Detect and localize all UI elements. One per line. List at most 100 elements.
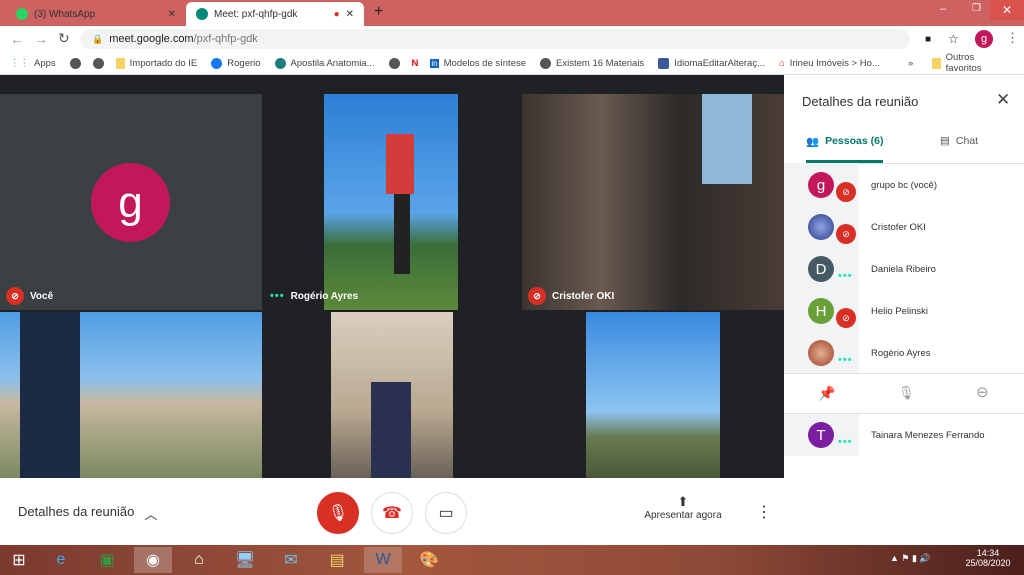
star-icon[interactable]: ☆: [948, 32, 959, 46]
apps-grid-icon: ⋮⋮: [10, 57, 29, 69]
bookmark-label: Importado do IE: [129, 57, 198, 69]
person-legs: [394, 194, 410, 274]
clock[interactable]: 14:34 25/08/2020: [960, 548, 1016, 568]
participant-name: Você: [30, 290, 54, 302]
video-tile-participant[interactable]: [0, 312, 262, 478]
camera-toggle-button[interactable]: ▭: [425, 492, 467, 534]
mail-icon[interactable]: ✉: [272, 547, 310, 573]
reload-icon[interactable]: ↻: [58, 30, 70, 47]
avatar-photo: [808, 214, 834, 240]
start-button[interactable]: ⊞: [0, 547, 38, 573]
participant-row[interactable]: ••• Rogério Ayres: [784, 332, 1024, 374]
forward-icon[interactable]: →: [34, 31, 48, 47]
remove-icon[interactable]: ⊖: [976, 383, 989, 401]
recording-icon: ●: [333, 8, 340, 20]
tab-meet[interactable]: Meet: pxf-qhfp-gdk ● ✕: [186, 2, 364, 26]
tab-chat[interactable]: ▤ Chat: [940, 135, 978, 147]
participant-name: Rogério Ayres: [871, 347, 931, 359]
home-icon[interactable]: ⌂: [180, 547, 218, 573]
globe-icon[interactable]: [388, 57, 400, 69]
person-shape: [371, 382, 411, 478]
close-window-button[interactable]: ✕: [990, 0, 1024, 20]
internet-explorer-icon[interactable]: e: [42, 547, 80, 573]
camera-icon[interactable]: ■: [925, 34, 931, 45]
mic-toggle-button[interactable]: 🎙: [317, 492, 359, 534]
more-bookmarks-button[interactable]: »: [908, 58, 913, 69]
close-tab-icon[interactable]: ✕: [168, 9, 176, 20]
profile-avatar[interactable]: g: [975, 30, 993, 48]
participant-row[interactable]: T ••• Tainara Menezes Ferrando: [784, 414, 1024, 456]
present-label: Apresentar agora: [644, 510, 722, 521]
participant-name: Helio Pelinski: [871, 305, 929, 317]
bookmark-item[interactable]: Existem 16 Materiais: [540, 57, 645, 69]
tab-people[interactable]: 👥 Pessoas (6): [806, 135, 883, 148]
participant-row[interactable]: g ⊘ grupo bc (você): [784, 164, 1024, 206]
person-shape: [20, 312, 80, 478]
back-icon[interactable]: ←: [10, 31, 24, 47]
video-tile-rogerio[interactable]: ••• Rogério Ayres: [262, 94, 522, 310]
tile-label: ⊘ Cristofer OKI: [528, 287, 614, 305]
new-tab-button[interactable]: +: [374, 3, 383, 21]
bookmark-label: Apps: [34, 57, 56, 69]
video-tile-participant[interactable]: [522, 312, 784, 478]
meeting-details-panel: Detalhes da reunião ✕ 👥 Pessoas (6) ▤ Chat…: [784, 75, 1024, 545]
url-field[interactable]: 🔒 meet.google.com/pxf-qhfp-gdk ■ ☆: [80, 29, 959, 49]
paint-icon[interactable]: 🎨: [410, 547, 448, 573]
menu-icon[interactable]: ⋮: [1006, 30, 1019, 46]
other-bookmarks[interactable]: Outros favoritos: [932, 52, 1010, 74]
globe-icon: [540, 57, 552, 69]
bookmark-label: Apostila Anatomia...: [290, 57, 375, 69]
avatar: g: [91, 163, 170, 242]
video-tile-participant[interactable]: [262, 312, 522, 478]
participant-row[interactable]: ⊘ Cristofer OKI: [784, 206, 1024, 248]
bookmark-apps[interactable]: ⋮⋮ Apps: [10, 58, 56, 69]
close-panel-button[interactable]: ✕: [996, 90, 1010, 110]
video-tile-cristofer[interactable]: ⊘ Cristofer OKI: [522, 94, 784, 310]
bookmark-label: Irineu Imóveis > Ho...: [789, 57, 880, 69]
bookmark-item[interactable]: Apostila Anatomia...: [274, 57, 375, 69]
globe-icon[interactable]: [69, 57, 81, 69]
bookmark-item[interactable]: IdiomaEditarAlteraç...: [658, 57, 765, 69]
hang-up-icon: ☎: [382, 505, 402, 522]
folder-icon: [932, 57, 941, 69]
video-feed: [324, 94, 458, 310]
tab-whatsapp[interactable]: (3) WhatsApp ✕: [6, 2, 186, 26]
restore-button[interactable]: ❐: [972, 3, 981, 14]
store-icon[interactable]: ▣: [88, 547, 126, 573]
pin-icon[interactable]: 📌: [818, 385, 835, 402]
computer-icon[interactable]: 🖥: [226, 547, 264, 573]
word-icon[interactable]: W: [364, 547, 402, 573]
bookmark-folder[interactable]: Importado do IE: [115, 57, 198, 69]
bookmark-label: Existem 16 Materiais: [556, 57, 645, 69]
chrome-icon[interactable]: ◉: [134, 547, 172, 573]
file-explorer-icon[interactable]: ▤: [318, 547, 356, 573]
bookmark-item[interactable]: Rogerio: [211, 57, 261, 69]
bookmark-item[interactable]: ⌂ Irineu Imóveis > Ho...: [779, 58, 880, 69]
leave-call-button[interactable]: ☎: [371, 492, 413, 534]
date: 25/08/2020: [965, 558, 1011, 568]
present-now-button[interactable]: ⬆ Apresentar agora: [640, 494, 726, 521]
participant-name: grupo bc (você): [871, 179, 938, 191]
minimize-button[interactable]: –: [940, 3, 946, 15]
tray-icons[interactable]: ▲ ⚑ ▮ 🔊: [890, 553, 931, 564]
globe-icon[interactable]: [92, 57, 104, 69]
window-light: [702, 94, 752, 184]
bookmark-item[interactable]: in Modelos de síntese: [430, 58, 526, 69]
meeting-details-button[interactable]: Detalhes da reunião ︿: [18, 504, 157, 523]
participant-row[interactable]: H ⊘ Helio Pelinski: [784, 290, 1024, 332]
more-options-icon[interactable]: ⋮: [756, 502, 772, 522]
tab-title: Meet: pxf-qhfp-gdk: [214, 8, 298, 20]
bookmarks-bar: ⋮⋮ Apps Importado do IE Rogerio Apostila …: [0, 52, 1024, 75]
tab-strip: (3) WhatsApp ✕ Meet: pxf-qhfp-gdk ● ✕ + …: [0, 0, 1024, 26]
participant-row[interactable]: D ••• Daniela Ribeiro: [784, 248, 1024, 290]
bookmark-label: Outros favoritos: [945, 52, 982, 74]
netflix-icon[interactable]: N: [412, 58, 419, 69]
tab-title: (3) WhatsApp: [34, 8, 96, 20]
mic-off-icon: ⊘: [836, 224, 856, 244]
mic-off-icon: ⊘: [836, 182, 856, 202]
mic-icon[interactable]: 🎙: [898, 385, 915, 401]
close-tab-icon[interactable]: ✕: [346, 9, 354, 20]
participant-name: Tainara Menezes Ferrando: [871, 429, 985, 441]
people-icon: 👥: [806, 136, 820, 148]
mic-off-icon: ⊘: [528, 287, 546, 305]
